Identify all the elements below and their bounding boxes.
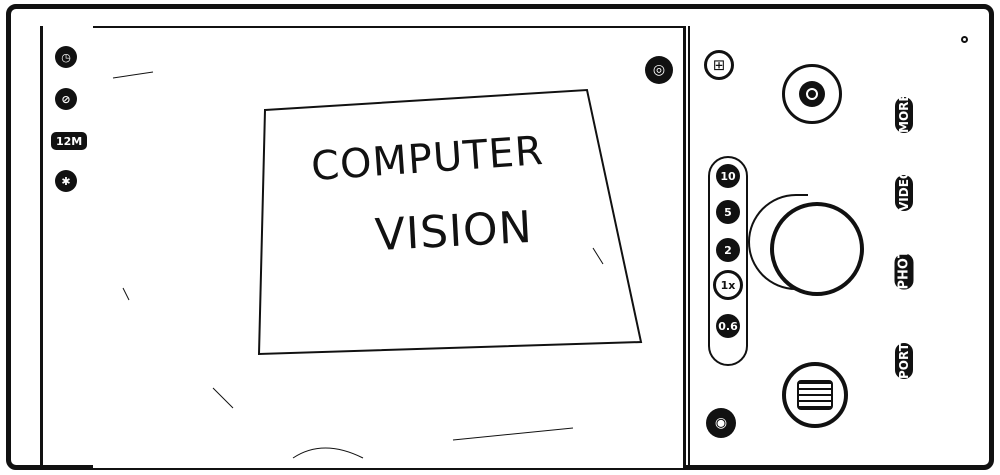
gallery-thumbnail-image — [797, 380, 833, 410]
switch-camera-icon — [799, 81, 825, 107]
resolution-badge[interactable]: 12M — [51, 132, 88, 150]
camera-settings-rail: ◷ ⊘ 12M ✱ — [40, 26, 96, 466]
paper-text-line2: VISION — [373, 201, 534, 262]
settings-icon[interactable]: ✱ — [55, 170, 77, 192]
switch-camera-button[interactable] — [782, 64, 842, 124]
zoom-5-button[interactable]: 5 — [716, 200, 740, 224]
gallery-thumbnail-button[interactable] — [782, 362, 848, 428]
mode-portrait[interactable]: PORTRAIT — [895, 312, 913, 379]
status-dot-icon — [961, 36, 968, 43]
mode-video[interactable]: VIDEO — [895, 169, 913, 211]
zoom-0.6-button[interactable]: 0.6 — [716, 314, 740, 338]
mode-more[interactable]: MORE — [895, 93, 913, 133]
timer-icon[interactable]: ◷ — [55, 46, 77, 68]
zoom-10-button[interactable]: 10 — [716, 164, 740, 188]
mode-photo[interactable]: PHOTO — [894, 238, 914, 290]
zoom-1x-button[interactable]: 1x — [713, 270, 743, 300]
mode-selector: MORE VIDEO PHOTO PORTRAIT — [886, 66, 922, 386]
zoom-selector: 10 5 2 1x 0.6 — [708, 156, 748, 366]
lens-switch-icon[interactable]: ◎ — [645, 56, 673, 84]
flash-off-icon[interactable]: ⊘ — [55, 88, 77, 110]
shutter-button[interactable] — [770, 202, 864, 296]
google-lens-icon[interactable]: ◉ — [706, 408, 736, 438]
grid-icon[interactable]: ⊞ — [704, 50, 734, 80]
camera-viewfinder[interactable]: COMPUTER VISION ◎ — [93, 26, 686, 468]
zoom-2-button[interactable]: 2 — [716, 238, 740, 262]
camera-control-panel: ⊞ 10 5 2 1x 0.6 ◉ MORE VIDEO PHOTO PORTR… — [688, 26, 982, 466]
